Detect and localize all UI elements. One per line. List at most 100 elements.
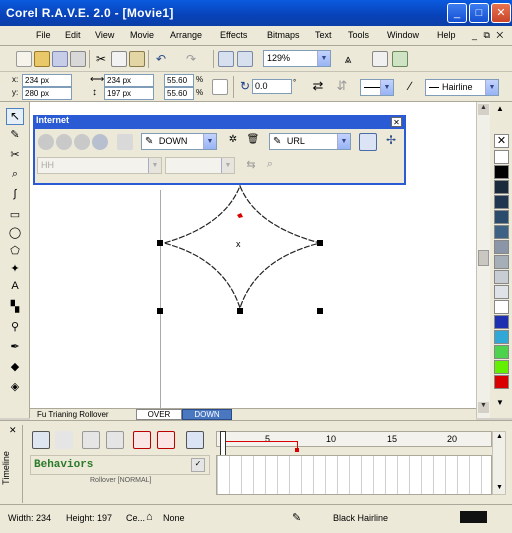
menu-text[interactable]: Text xyxy=(315,30,332,40)
color-swatch[interactable] xyxy=(494,360,509,374)
menu-effects[interactable]: Effects xyxy=(220,30,247,40)
ungroup-icon[interactable] xyxy=(106,431,124,449)
color-swatch[interactable] xyxy=(494,315,509,329)
save-icon[interactable] xyxy=(52,51,68,67)
options-icon[interactable] xyxy=(392,51,408,67)
knife-tool-icon[interactable]: ✂ xyxy=(6,148,24,165)
timeline-vertical-scrollbar[interactable]: ▲ ▼ xyxy=(492,431,506,495)
interactive-tool-icon[interactable]: ▚ xyxy=(6,300,24,317)
delete-layer-icon[interactable] xyxy=(55,431,73,449)
x-position-field[interactable]: 234 px xyxy=(22,74,72,87)
object-width-field[interactable]: 234 px xyxy=(104,74,154,87)
url-select[interactable]: ✎ URL ▼ xyxy=(269,133,351,150)
line-style-select[interactable]: ▼ xyxy=(360,79,394,96)
palette-scroll-down-icon[interactable]: ▼ xyxy=(496,398,504,407)
scroll-down-icon[interactable]: ▼ xyxy=(496,484,503,491)
mirror-horizontal-icon[interactable]: ⇄ xyxy=(310,79,326,95)
color-swatch[interactable] xyxy=(494,195,509,209)
menu-window[interactable]: Window xyxy=(387,30,419,40)
scroll-up-icon[interactable]: ▲ xyxy=(478,104,489,115)
scroll-up-icon[interactable]: ▲ xyxy=(496,433,503,440)
zoom-tool-icon[interactable]: ⌕ xyxy=(6,168,24,185)
link-list-icon[interactable]: ⇆ xyxy=(243,158,259,174)
tab-over[interactable]: OVER xyxy=(136,409,182,420)
eyedropper-tool-icon[interactable]: ⚲ xyxy=(6,320,24,337)
menu-arrange[interactable]: Arrange xyxy=(170,30,202,40)
menu-edit[interactable]: Edit xyxy=(65,30,81,40)
forward-icon[interactable] xyxy=(56,134,72,150)
color-swatch[interactable] xyxy=(494,225,509,239)
rollover-state-select[interactable]: ✎ DOWN ▼ xyxy=(141,133,217,150)
bookmark-select[interactable]: ▼ xyxy=(165,157,235,174)
maximize-button[interactable]: □ xyxy=(469,3,489,23)
mirror-vertical-icon[interactable]: ⇵ xyxy=(334,79,350,95)
open-icon[interactable] xyxy=(34,51,50,67)
delete-rollover-icon[interactable]: 🗑 xyxy=(245,134,261,150)
application-launcher-icon[interactable]: ⩓ xyxy=(340,51,356,67)
scroll-thumb[interactable] xyxy=(478,250,489,266)
scroll-down-icon[interactable]: ▼ xyxy=(478,402,489,413)
color-swatch[interactable] xyxy=(494,345,509,359)
copy-icon[interactable] xyxy=(111,51,127,67)
color-swatch[interactable] xyxy=(494,210,509,224)
selection-handle[interactable] xyxy=(157,240,163,246)
zoom-select[interactable]: 129% ▼ xyxy=(263,50,331,67)
color-swatch[interactable] xyxy=(494,375,509,389)
menu-view[interactable]: View xyxy=(95,30,114,40)
redo-icon[interactable]: ↷ xyxy=(183,51,199,67)
stop-icon[interactable] xyxy=(133,431,151,449)
close-icon[interactable]: ✕ xyxy=(391,117,402,127)
web-icon[interactable] xyxy=(92,134,108,150)
outline-width-select[interactable]: Hairline ▼ xyxy=(425,79,499,96)
rotation-field[interactable]: 0.0 xyxy=(252,79,292,94)
scale-y-field[interactable]: 55.60 xyxy=(164,87,194,100)
keyframe-marker[interactable] xyxy=(295,448,299,452)
color-swatch[interactable] xyxy=(494,285,509,299)
pick-tool-icon[interactable]: ↖ xyxy=(6,108,24,125)
selection-handle[interactable] xyxy=(317,308,323,314)
movie-properties-icon[interactable] xyxy=(186,431,204,449)
color-swatch[interactable] xyxy=(494,255,509,269)
menu-tools[interactable]: Tools xyxy=(348,30,369,40)
add-layer-icon[interactable] xyxy=(32,431,50,449)
print-icon[interactable] xyxy=(70,51,86,67)
back-icon[interactable] xyxy=(38,134,54,150)
tab-down[interactable]: DOWN xyxy=(182,409,232,420)
minimize-button[interactable]: _ xyxy=(447,3,467,23)
shape-tool-icon[interactable]: ✎ xyxy=(6,128,24,145)
target-frame-select[interactable]: HH ▼ xyxy=(37,157,162,174)
behaviors-row[interactable]: Behaviors ✓ xyxy=(30,455,210,475)
edit-rollover-icon[interactable]: ✲ xyxy=(225,134,241,150)
palette-scroll-up-icon[interactable]: ▲ xyxy=(496,104,504,113)
menu-movie[interactable]: Movie xyxy=(130,30,154,40)
import-icon[interactable] xyxy=(218,51,234,67)
object-height-field[interactable]: 197 px xyxy=(104,87,154,100)
freehand-tool-icon[interactable]: ∫ xyxy=(6,188,24,205)
timeline-frames-grid[interactable] xyxy=(216,455,492,495)
welcome-screen-icon[interactable] xyxy=(372,51,388,67)
star-tool-icon[interactable]: ✦ xyxy=(6,262,24,279)
color-swatch[interactable] xyxy=(494,180,509,194)
show-hotspots-icon[interactable] xyxy=(359,133,377,151)
color-swatch[interactable] xyxy=(494,240,509,254)
ellipse-tool-icon[interactable]: ◯ xyxy=(6,226,24,243)
text-tool-icon[interactable]: A xyxy=(6,280,24,297)
paste-icon[interactable] xyxy=(129,51,145,67)
polygon-tool-icon[interactable]: ⬠ xyxy=(6,244,24,261)
search-icon[interactable]: ⌕ xyxy=(262,158,278,174)
group-icon[interactable] xyxy=(82,431,100,449)
menu-bitmaps[interactable]: Bitmaps xyxy=(267,30,300,40)
close-icon[interactable]: ✕ xyxy=(9,425,17,436)
color-swatch[interactable] xyxy=(494,150,509,164)
scale-x-field[interactable]: 55.60 xyxy=(164,74,194,87)
timeline-ruler[interactable]: 5 10 15 20 xyxy=(216,431,492,447)
color-swatch[interactable] xyxy=(494,270,509,284)
behaviors-toggle-icon[interactable]: ✓ xyxy=(191,458,205,472)
close-button[interactable]: ✕ xyxy=(491,3,511,23)
outline-tool-icon[interactable]: ✒ xyxy=(6,340,24,357)
y-position-field[interactable]: 280 px xyxy=(22,87,72,100)
refresh-icon[interactable] xyxy=(74,134,90,150)
lock-ratio-icon[interactable] xyxy=(212,79,228,95)
arrow-style-icon[interactable]: ∕ xyxy=(402,79,418,95)
link-icon[interactable] xyxy=(117,134,133,150)
